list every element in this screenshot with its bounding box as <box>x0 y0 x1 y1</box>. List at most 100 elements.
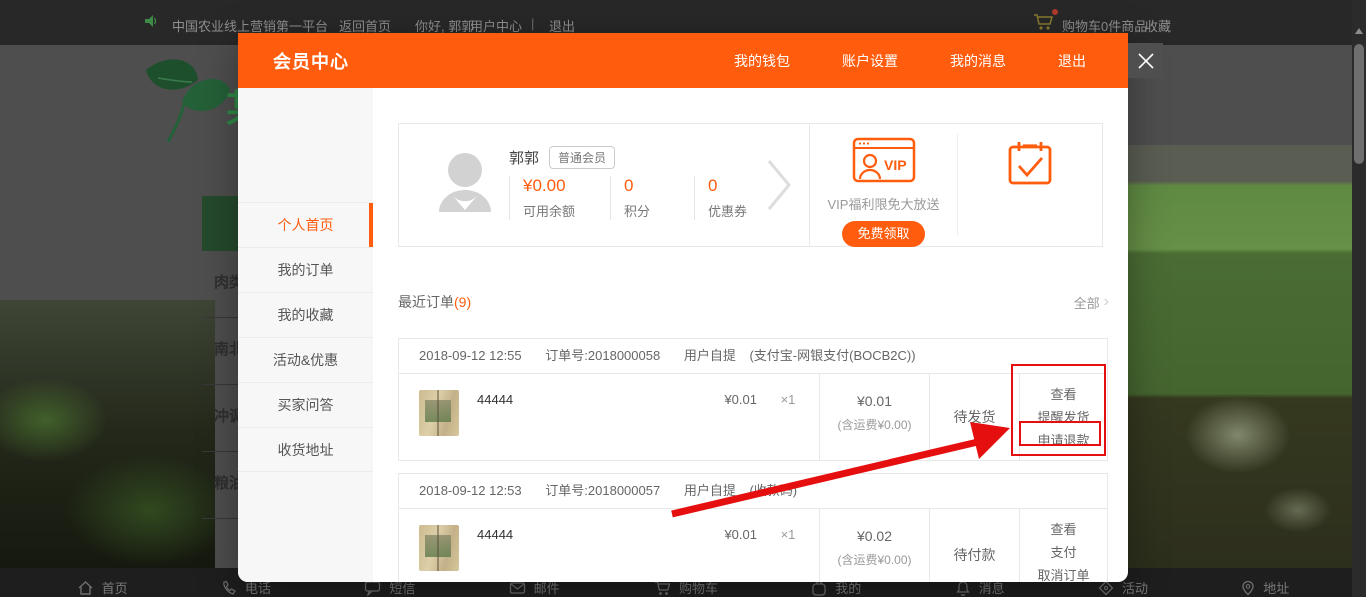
order-shipping: (含运费¥0.00) <box>820 416 929 433</box>
request-refund-link[interactable]: 申请退款 <box>1020 429 1107 452</box>
view-all-link[interactable]: 全部 › <box>1074 293 1109 312</box>
calendar-check-icon <box>1006 139 1054 187</box>
avatar <box>435 150 495 221</box>
favorites-link[interactable]: 收藏 <box>1145 16 1171 35</box>
orders-heading-label: 最近订单 <box>398 292 454 312</box>
order-payment: (收款码) <box>749 483 797 498</box>
order-card: 2018-09-12 12:55 订单号:2018000058 用户自提 (支付… <box>398 338 1108 461</box>
location-icon <box>1241 580 1255 596</box>
chevron-right-icon[interactable] <box>765 157 793 218</box>
order-actions: 查看 支付 取消订单 <box>1019 509 1107 582</box>
modal-body: 个人首页 我的订单 我的收藏 活动&优惠 买家问答 收货地址 郭郭 <box>238 88 1128 582</box>
cancel-order-link[interactable]: 取消订单 <box>1020 564 1107 582</box>
modal-content: 郭郭 普通会员 ¥0.00 可用余额 0 积分 <box>373 88 1128 582</box>
nav-my-messages[interactable]: 我的消息 <box>950 51 1006 71</box>
sidebar-item-promotions[interactable]: 活动&优惠 <box>238 337 373 382</box>
recent-orders-heading: 最近订单 (9) 全部 › <box>398 292 1109 312</box>
product-thumbnail[interactable] <box>419 390 459 436</box>
view-order-link[interactable]: 查看 <box>1020 383 1107 406</box>
chevron-right-icon: › <box>1104 293 1109 311</box>
vertical-divider <box>957 134 958 236</box>
speaker-icon <box>143 13 159 32</box>
profile-summary: 郭郭 普通会员 ¥0.00 可用余额 0 积分 <box>399 124 809 246</box>
profile-card: 郭郭 普通会员 ¥0.00 可用余额 0 积分 <box>398 123 1103 247</box>
phone-icon <box>221 580 237 596</box>
vip-claim-button[interactable]: 免费领取 <box>842 221 924 247</box>
user-name: 郭郭 <box>509 147 539 168</box>
topbar-divider: | <box>531 16 534 31</box>
order-datetime: 2018-09-12 12:55 <box>419 348 522 363</box>
nav-account-settings[interactable]: 账户设置 <box>842 51 898 71</box>
orders-count: (9) <box>454 294 471 310</box>
product-name[interactable]: 44444 <box>477 525 513 582</box>
order-card: 2018-09-12 12:53 订单号:2018000057 用户自提 (收款… <box>398 473 1108 582</box>
order-delivery: 用户自提 <box>684 348 736 363</box>
sidebar-item-my-favorites[interactable]: 我的收藏 <box>238 292 373 337</box>
order-product-cell: 44444 ¥0.01 ×1 <box>399 374 819 460</box>
product-quantity: ×1 <box>757 390 819 460</box>
sidebar-item-personal-home[interactable]: 个人首页 <box>238 202 373 247</box>
member-center-modal: 会员中心 我的钱包 账户设置 我的消息 退出 个人首页 我的订单 我的收藏 活动… <box>238 33 1128 582</box>
order-shipping: (含运费¥0.00) <box>820 551 929 568</box>
order-actions: 查看 提醒发货 申请退款 <box>1019 374 1107 460</box>
scrollbar-thumb[interactable] <box>1354 44 1364 164</box>
modal-header: 会员中心 我的钱包 账户设置 我的消息 退出 <box>238 33 1128 88</box>
bottom-nav-address[interactable]: 地址 <box>1241 578 1289 597</box>
order-body: 44444 ¥0.01 ×1 ¥0.01 (含运费¥0.00) 待发货 查看 <box>399 374 1107 460</box>
sidebar-item-shipping-address[interactable]: 收货地址 <box>238 427 373 472</box>
close-modal-button[interactable] <box>1128 43 1163 78</box>
order-header: 2018-09-12 12:53 订单号:2018000057 用户自提 (收款… <box>399 474 1107 509</box>
modal-title: 会员中心 <box>273 48 349 74</box>
order-total: ¥0.02 <box>820 528 929 544</box>
scrollbar-up-arrow[interactable] <box>1355 28 1363 34</box>
screen: 中国农业线上营销第一平台 返回首页 你好, 郭郭 用户中心 | 退出 购物车0件… <box>0 0 1366 597</box>
modal-sidebar: 个人首页 我的订单 我的收藏 活动&优惠 买家问答 收货地址 <box>238 88 373 582</box>
profile-stats: ¥0.00 可用余额 0 积分 0 优惠券 <box>509 176 789 220</box>
order-number: 订单号:2018000057 <box>545 483 660 498</box>
order-header: 2018-09-12 12:55 订单号:2018000058 用户自提 (支付… <box>399 339 1107 374</box>
order-status: 待发货 <box>929 374 1019 460</box>
remind-shipment-link[interactable]: 提醒发货 <box>1020 406 1107 429</box>
order-total: ¥0.01 <box>820 393 929 409</box>
product-name[interactable]: 44444 <box>477 390 513 460</box>
modal-nav: 我的钱包 账户设置 我的消息 退出 <box>734 51 1086 71</box>
product-quantity: ×1 <box>757 525 819 582</box>
product-price: ¥0.01 <box>687 525 757 582</box>
background-photo-leaves <box>0 300 215 597</box>
order-total-cell: ¥0.01 (含运费¥0.00) <box>819 374 929 460</box>
order-product-cell: 44444 ¥0.01 ×1 <box>399 509 819 582</box>
vip-icon: VIP <box>852 137 916 183</box>
background-photo-teafield <box>1128 145 1366 597</box>
home-icon <box>77 580 94 596</box>
product-thumbnail[interactable] <box>419 525 459 571</box>
mail-icon <box>509 581 526 595</box>
stat-balance[interactable]: ¥0.00 可用余额 <box>509 176 610 220</box>
order-number: 订单号:2018000058 <box>545 348 660 363</box>
sidebar-item-buyer-qa[interactable]: 买家问答 <box>238 382 373 427</box>
order-total-cell: ¥0.02 (含运费¥0.00) <box>819 509 929 582</box>
sidebar-item-my-orders[interactable]: 我的订单 <box>238 247 373 292</box>
checkin-area[interactable] <box>957 124 1102 246</box>
cart-badge-dot <box>1052 9 1058 15</box>
cart-icon[interactable] <box>1032 12 1056 35</box>
product-price: ¥0.01 <box>687 390 757 460</box>
leaf-logo-icon <box>138 50 234 155</box>
order-body: 44444 ¥0.01 ×1 ¥0.02 (含运费¥0.00) 待付款 查看 <box>399 509 1107 582</box>
order-status: 待付款 <box>929 509 1019 582</box>
membership-badge: 普通会员 <box>549 146 615 169</box>
view-order-link[interactable]: 查看 <box>1020 518 1107 541</box>
stat-points[interactable]: 0 积分 <box>610 176 694 220</box>
nav-logout[interactable]: 退出 <box>1058 51 1086 71</box>
pay-order-link[interactable]: 支付 <box>1020 541 1107 564</box>
order-delivery: 用户自提 <box>684 483 736 498</box>
vip-promo: VIP VIP福利限免大放送 免费领取 <box>810 124 957 246</box>
close-icon <box>1137 52 1155 70</box>
nav-my-wallet[interactable]: 我的钱包 <box>734 51 790 71</box>
svg-text:VIP: VIP <box>884 157 907 173</box>
vip-section: VIP VIP福利限免大放送 免费领取 <box>809 124 1102 246</box>
scrollbar[interactable] <box>1352 0 1366 597</box>
vip-caption: VIP福利限免大放送 <box>810 194 957 213</box>
order-payment: (支付宝-网银支付(BOCB2C)) <box>749 348 915 363</box>
bottom-nav-home[interactable]: 首页 <box>77 578 128 597</box>
order-datetime: 2018-09-12 12:53 <box>419 483 522 498</box>
